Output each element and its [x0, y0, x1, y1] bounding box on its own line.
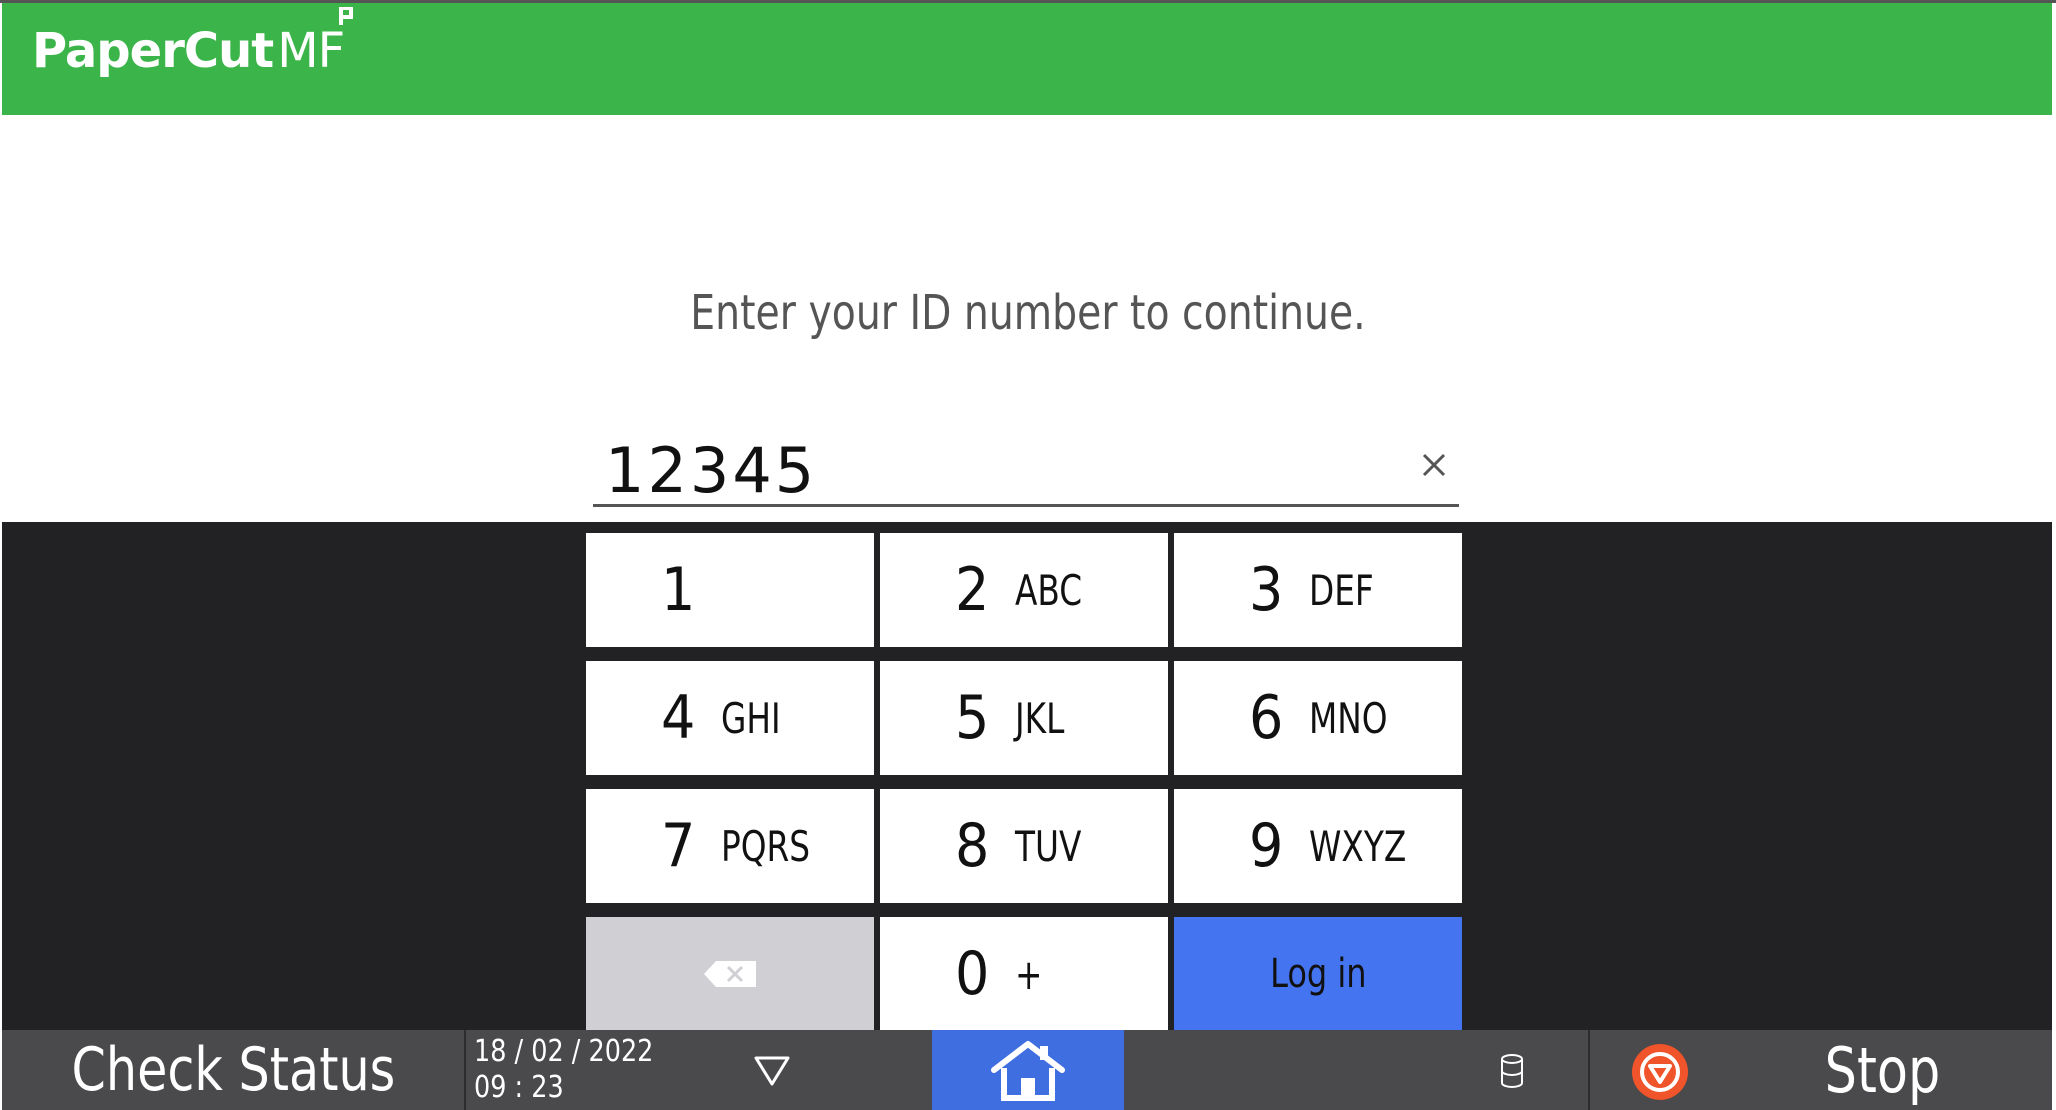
key-3[interactable]: 3 DEF	[1174, 533, 1462, 647]
home-button[interactable]	[932, 1030, 1124, 1110]
key-letters: ABC	[1015, 565, 1083, 615]
divider	[1588, 1030, 1590, 1110]
date-time: 18 / 02 / 2022 09 : 23	[474, 1034, 685, 1106]
id-number-input[interactable]: 12345	[593, 430, 1459, 507]
key-0[interactable]: 0 +	[880, 917, 1168, 1031]
key-digit: 8	[955, 811, 990, 881]
key-letters: WXYZ	[1309, 821, 1407, 871]
home-icon	[991, 1041, 1065, 1101]
key-letters: GHI	[721, 693, 781, 743]
key-digit: 0	[955, 939, 990, 1009]
key-2[interactable]: 2 ABC	[880, 533, 1168, 647]
date-text: 18 / 02 / 2022	[474, 1034, 654, 1069]
key-digit: 1	[661, 555, 696, 625]
app-header: PaperCut MF	[2, 3, 2052, 115]
logo-text-papercut: PaperCut	[32, 23, 274, 79]
key-6[interactable]: 6 MNO	[1174, 661, 1462, 775]
device-status-bar: Check Status 18 / 02 / 2022 09 : 23 Stop	[2, 1030, 2052, 1110]
stop-label: Stop	[1824, 1033, 1940, 1107]
check-status-label: Check Status	[71, 1035, 395, 1105]
key-letters: JKL	[1015, 693, 1065, 743]
backspace-icon	[704, 961, 756, 987]
login-prompt: Enter your ID number to continue.	[690, 285, 1366, 341]
key-digit: 2	[955, 555, 990, 625]
logo-flag-icon	[339, 7, 353, 25]
login-button[interactable]: Log in	[1174, 917, 1462, 1031]
key-8[interactable]: 8 TUV	[880, 789, 1168, 903]
key-5[interactable]: 5 JKL	[880, 661, 1168, 775]
stop-icon[interactable]	[1630, 1042, 1690, 1102]
time-text: 09 : 23	[474, 1070, 564, 1105]
key-digit: 3	[1249, 555, 1284, 625]
key-digit: 7	[661, 811, 696, 881]
key-letters: TUV	[1015, 821, 1082, 871]
key-letters: MNO	[1309, 693, 1388, 743]
stop-button[interactable]: Stop	[1782, 1030, 1982, 1110]
divider	[464, 1030, 466, 1110]
logo-text-mf: MF	[277, 23, 345, 79]
key-letters: +	[1015, 949, 1043, 999]
login-label: Log in	[1269, 951, 1367, 997]
key-7[interactable]: 7 PQRS	[586, 789, 874, 903]
key-digit: 5	[955, 683, 990, 753]
key-letters: PQRS	[721, 821, 811, 871]
key-digit: 4	[661, 683, 696, 753]
clear-icon[interactable]	[1417, 448, 1451, 482]
key-letters: DEF	[1309, 565, 1374, 615]
backspace-button[interactable]	[586, 917, 874, 1031]
key-9[interactable]: 9 WXYZ	[1174, 789, 1462, 903]
key-digit: 6	[1249, 683, 1284, 753]
key-1[interactable]: 1	[586, 533, 874, 647]
papercut-logo: PaperCut MF	[32, 23, 345, 79]
triangle-down-icon[interactable]	[750, 1048, 794, 1092]
id-number-value[interactable]: 12345	[605, 434, 817, 507]
key-4[interactable]: 4 GHI	[586, 661, 874, 775]
key-digit: 9	[1249, 811, 1284, 881]
storage-icon	[1501, 1054, 1523, 1088]
check-status-button[interactable]: Check Status	[2, 1030, 464, 1110]
